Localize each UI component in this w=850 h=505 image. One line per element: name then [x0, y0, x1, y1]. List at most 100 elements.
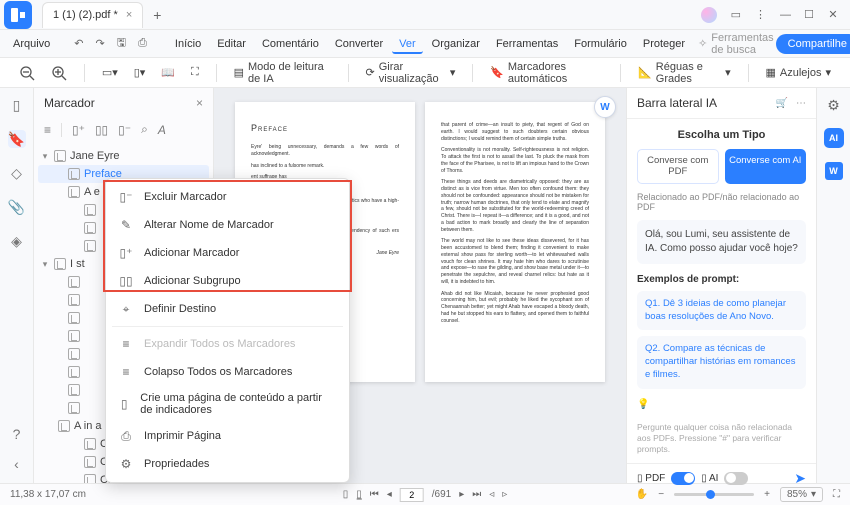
- tools-search[interactable]: ✧ Ferramentas de busca: [698, 32, 774, 56]
- ai-ai-toggle[interactable]: [724, 472, 748, 485]
- zoom-dropdown[interactable]: 85%▾: [780, 487, 823, 502]
- rotate-view-button[interactable]: ⟳ Girar visualização▾: [361, 58, 461, 88]
- ctx-item[interactable]: ⎙Imprimir Página: [106, 422, 349, 450]
- bookmarks-tab-icon[interactable]: 🔖: [8, 130, 26, 148]
- ai-tab-pdf[interactable]: Converse com PDF: [637, 149, 719, 184]
- ai-reading-mode-button[interactable]: ▤ Modo de leitura de IA: [229, 58, 336, 88]
- ai-pdf-toggle[interactable]: [671, 472, 695, 485]
- menu-converter[interactable]: Converter: [328, 34, 390, 54]
- auto-bookmarks-button[interactable]: 🔖 Marcadores automáticos: [485, 58, 608, 88]
- menu-arquivo[interactable]: Arquivo: [6, 34, 57, 54]
- menu-comentario[interactable]: Comentário: [255, 34, 326, 54]
- new-tab-button[interactable]: +: [153, 7, 161, 23]
- ai-hint-icon[interactable]: 💡: [627, 395, 816, 414]
- word-export-icon[interactable]: W: [825, 162, 843, 180]
- menu-ver[interactable]: Ver: [392, 34, 423, 54]
- app-menu-icon[interactable]: ▭: [731, 8, 741, 21]
- more-icon[interactable]: ⋮: [755, 8, 766, 21]
- menu-inicio[interactable]: Início: [168, 34, 208, 54]
- zoom-in-button[interactable]: [46, 62, 72, 84]
- attachments-icon[interactable]: 📎: [8, 198, 26, 216]
- page-layout-button[interactable]: ▯▾: [129, 63, 151, 82]
- minimize-button[interactable]: —: [780, 9, 790, 21]
- ai-example-1[interactable]: Q1. Dê 3 ideias de como planejar boas re…: [637, 291, 806, 331]
- maximize-button[interactable]: ☐: [804, 8, 814, 21]
- ai-tab-ai[interactable]: Converse com AI: [725, 149, 807, 184]
- bookmark-panel-close[interactable]: ×: [196, 96, 203, 110]
- menu-organizar[interactable]: Organizar: [425, 34, 487, 54]
- bkm-search-icon[interactable]: ⌕: [141, 122, 148, 137]
- rulers-grids-button[interactable]: 📐 Réguas e Grades▾: [633, 58, 736, 88]
- menu-editar[interactable]: Editar: [210, 34, 253, 54]
- menu-ferramentas[interactable]: Ferramentas: [489, 34, 565, 54]
- thumbnails-icon[interactable]: ▯: [8, 96, 26, 114]
- user-avatar-icon[interactable]: [701, 7, 717, 23]
- tiles-button[interactable]: ▦ Azulejos▾: [760, 63, 836, 82]
- ai-pdf-toggle-label: ▯ PDF: [637, 473, 665, 484]
- ruler-icon: 📐: [638, 66, 652, 79]
- tags-icon[interactable]: ◇: [8, 164, 26, 182]
- bkm-add-sub-icon[interactable]: ▯▯: [95, 123, 108, 137]
- bkm-add-icon[interactable]: ▯⁺: [72, 123, 85, 137]
- ctx-item[interactable]: ▯Crie uma página de conteúdo a partir de…: [106, 386, 349, 422]
- prev-page-icon[interactable]: ◂: [387, 489, 392, 500]
- document-tab[interactable]: 1 (1) (2).pdf * ×: [42, 2, 143, 28]
- ctx-item[interactable]: ▯⁺Adicionar Marcador: [106, 239, 349, 267]
- ai-related-label: Relacionado ao PDF/não relacionado ao PD…: [627, 192, 816, 220]
- help-icon[interactable]: ?: [8, 425, 26, 443]
- layout-single-icon[interactable]: ▯: [343, 489, 349, 500]
- ai-greeting: Olá, sou Lumi, seu assistente de IA. Com…: [637, 220, 806, 264]
- ai-more-icon[interactable]: ⋯: [796, 98, 806, 109]
- menu-proteger[interactable]: Proteger: [636, 34, 692, 54]
- tab-close-icon[interactable]: ×: [126, 9, 132, 21]
- ai-footer-note: Pergunte qualquer coisa não relacionada …: [627, 414, 816, 463]
- last-page-icon[interactable]: ⏭: [472, 489, 481, 500]
- ctx-item[interactable]: ≡Colapso Todos os Marcadores: [106, 358, 349, 386]
- bookmark-icon: 🔖: [490, 66, 504, 79]
- fit-width-button[interactable]: ▭▾: [97, 63, 123, 82]
- ctx-item[interactable]: ▯⁻Excluir Marcador: [106, 183, 349, 211]
- undo-icon[interactable]: ↶: [69, 37, 88, 50]
- ai-cart-icon[interactable]: 🛒: [776, 98, 788, 109]
- nav-back-icon[interactable]: ◃: [489, 489, 494, 500]
- bookmark-node[interactable]: ▾Jane Eyre: [38, 147, 209, 165]
- fit-screen-icon[interactable]: ⛶: [833, 489, 840, 500]
- app-logo-icon: [4, 1, 32, 29]
- bkm-delete-icon[interactable]: ▯⁻: [118, 123, 131, 137]
- right-rail: ⚙ AI W: [816, 88, 850, 483]
- next-page-icon[interactable]: ▸: [459, 489, 464, 500]
- view-toolbar: ▭▾ ▯▾ 📖 ⛶ ▤ Modo de leitura de IA ⟳ Gira…: [0, 58, 850, 88]
- zoom-out-button[interactable]: [14, 62, 40, 84]
- bookmark-context-menu: ▯⁻Excluir Marcador✎Alterar Nome de Marca…: [105, 178, 350, 483]
- redo-icon[interactable]: ↷: [91, 37, 110, 50]
- layers-icon[interactable]: ◈: [8, 232, 26, 250]
- bkm-outline-icon[interactable]: ≡: [44, 123, 51, 137]
- share-button[interactable]: Compartilhe: [776, 34, 850, 54]
- close-window-button[interactable]: ✕: [828, 8, 838, 21]
- layout-cont-icon[interactable]: ▯̲: [356, 489, 362, 500]
- ctx-item[interactable]: ▯▯Adicionar Subgrupo: [106, 267, 349, 295]
- zoom-slider[interactable]: [674, 493, 754, 496]
- collapse-left-icon[interactable]: ‹: [8, 455, 26, 473]
- read-mode-button[interactable]: 📖: [156, 63, 180, 82]
- ctx-item[interactable]: ✎Alterar Nome de Marcador: [106, 211, 349, 239]
- ai-badge-icon[interactable]: AI: [824, 128, 844, 148]
- nav-fwd-icon[interactable]: ▹: [502, 489, 507, 500]
- ai-send-icon[interactable]: ➤: [794, 470, 806, 487]
- zoom-minus-icon[interactable]: −: [658, 489, 664, 500]
- bkm-text-icon[interactable]: A: [158, 123, 166, 137]
- ctx-item[interactable]: ⌖Definir Destino: [106, 295, 349, 323]
- page-total: /691: [432, 489, 451, 500]
- ai-settings-icon[interactable]: ⚙: [825, 96, 843, 114]
- ai-example-2[interactable]: Q2. Compare as técnicas de compartilhar …: [637, 336, 806, 388]
- zoom-plus-icon[interactable]: +: [764, 489, 770, 500]
- page-number-input[interactable]: [400, 488, 424, 502]
- ctx-item[interactable]: ⚙Propriedades: [106, 450, 349, 478]
- export-word-badge[interactable]: W: [594, 96, 616, 118]
- first-page-icon[interactable]: ⏮: [370, 489, 379, 500]
- fullscreen-button[interactable]: ⛶: [186, 63, 204, 82]
- hand-tool-icon[interactable]: ✋: [636, 489, 648, 500]
- save-icon[interactable]: 🖫: [112, 34, 131, 53]
- print-icon[interactable]: ⎙: [133, 37, 152, 50]
- menu-formulario[interactable]: Formulário: [567, 34, 634, 54]
